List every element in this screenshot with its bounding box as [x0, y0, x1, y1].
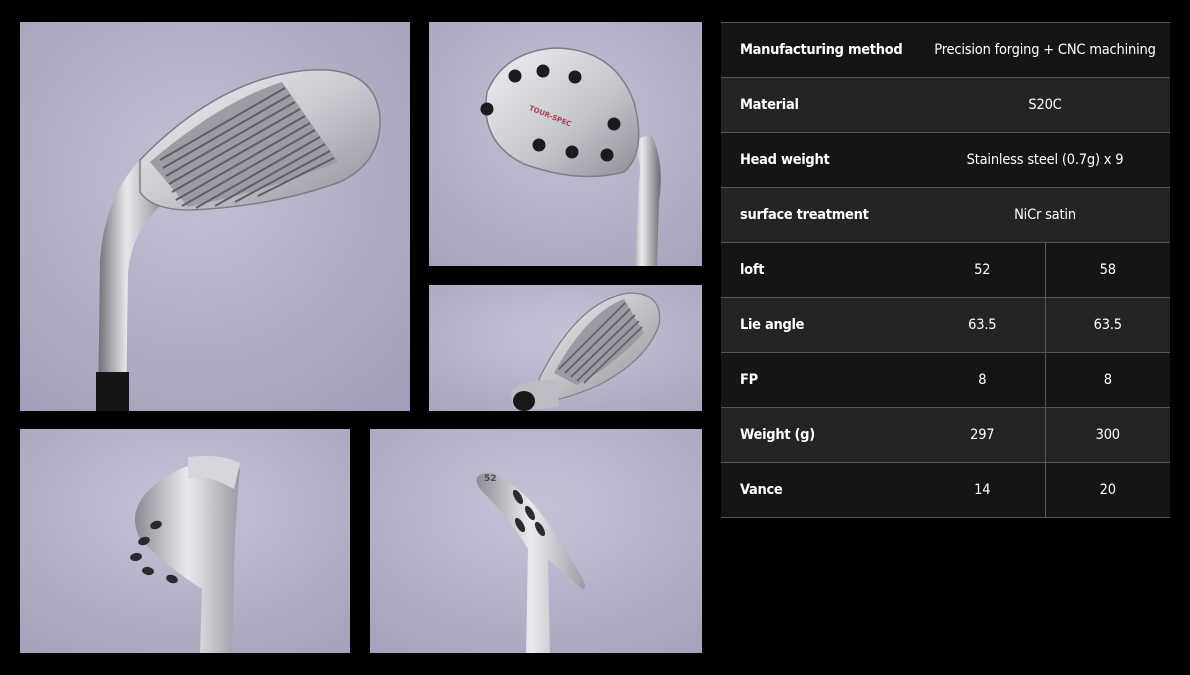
spec-value-58: 63.5	[1045, 297, 1170, 353]
spec-value-58: 58	[1045, 242, 1170, 298]
spec-value: Precision forging + CNC machining	[920, 22, 1170, 78]
spec-label: Material	[721, 77, 920, 133]
spec-row-head-weight: Head weight Stainless steel (0.7g) x 9	[721, 132, 1170, 188]
spec-value-52: 14	[920, 462, 1046, 518]
spec-label: loft	[721, 242, 920, 298]
spec-value-52: 52	[920, 242, 1046, 298]
spec-row-lie-angle: Lie angle 63.5 63.5	[721, 297, 1170, 353]
spec-value: Stainless steel (0.7g) x 9	[920, 132, 1170, 188]
spec-label: Lie angle	[721, 297, 920, 353]
wedge-sole-photo	[429, 285, 702, 411]
spec-value-58: 300	[1045, 407, 1170, 463]
spec-row-loft: loft 52 58	[721, 242, 1170, 298]
spec-table: Manufacturing method Precision forging +…	[721, 22, 1170, 518]
spec-row-fp: FP 8 8	[721, 352, 1170, 408]
spec-label: Weight (g)	[721, 407, 920, 463]
spec-row-vance: Vance 14 20	[721, 462, 1170, 518]
spec-value: NiCr satin	[920, 187, 1170, 243]
spec-value-58: 20	[1045, 462, 1170, 518]
spec-value-52: 63.5	[920, 297, 1046, 353]
spec-label: Vance	[721, 462, 920, 518]
spec-value-58: 8	[1045, 352, 1170, 408]
spec-row-material: Material S20C	[721, 77, 1170, 133]
spec-row-surface-treatment: surface treatment NiCr satin	[721, 187, 1170, 243]
spec-label: Manufacturing method	[721, 22, 920, 78]
spec-row-manufacturing-method: Manufacturing method Precision forging +…	[721, 22, 1170, 78]
spec-row-weight: Weight (g) 297 300	[721, 407, 1170, 463]
wedge-heel-photo: 52	[370, 429, 702, 653]
heel-engraving: 52	[484, 474, 497, 484]
wedge-back-photo: TOUR-SPEC	[429, 22, 702, 266]
spec-label: surface treatment	[721, 187, 920, 243]
spec-value-52: 8	[920, 352, 1046, 408]
spec-value: S20C	[920, 77, 1170, 133]
wedge-face-photo	[20, 22, 410, 411]
wedge-toe-photo	[20, 429, 350, 653]
spec-value-52: 297	[920, 407, 1046, 463]
spec-label: Head weight	[721, 132, 920, 188]
spec-label: FP	[721, 352, 920, 408]
